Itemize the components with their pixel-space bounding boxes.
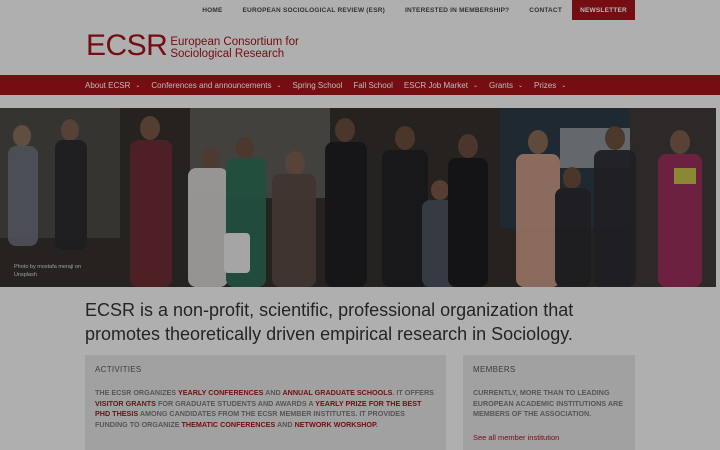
site-header: ECSR European Consortium for Sociologica…: [0, 20, 720, 75]
chevron-down-icon: ⌄: [561, 82, 567, 89]
nav-item-label: About ECSR: [85, 80, 131, 90]
nav-item-label: Fall School: [353, 80, 393, 90]
link-thematic-conferences[interactable]: THEMATIC CONFERENCES: [182, 420, 276, 429]
chevron-down-icon: ⌄: [276, 82, 282, 89]
hero-image: Photo by mostafa meraji on Unsplash: [0, 108, 716, 287]
members-title: MEMBERS: [473, 365, 516, 374]
nav-item-conferences[interactable]: Conferences and announcements ⌄: [151, 81, 281, 90]
top-nav-home[interactable]: HOME: [192, 7, 232, 14]
photo-credit-line2: Unsplash: [14, 272, 37, 278]
top-nav-membership[interactable]: INTERESTED IN MEMBERSHIP?: [395, 7, 519, 14]
link-yearly-conferences[interactable]: YEARLY CONFERENCES: [178, 388, 263, 397]
members-text: CURRENTLY, MORE THAN TO LEADING EUROPEAN…: [473, 388, 624, 419]
nav-item-grants[interactable]: Grants ⌄: [489, 81, 523, 90]
nav-item-job-market[interactable]: ESCR Job Market ⌄: [404, 81, 478, 90]
logo-fullname-line2: Sociological Research: [170, 48, 285, 60]
newsletter-button[interactable]: NEWSLETTER: [572, 0, 635, 20]
see-all-members-link[interactable]: See all member institution: [473, 433, 625, 442]
photo-credit: Photo by mostafa meraji on Unsplash: [14, 263, 114, 279]
activities-text-part: . IT OFFERS: [392, 388, 434, 397]
nav-item-label: Spring School: [292, 80, 343, 90]
activities-text-part: AND: [275, 419, 295, 429]
activities-title: ACTIVITIES: [95, 365, 142, 374]
nav-item-label: Conferences and announcements: [151, 80, 272, 90]
activities-text-part: FOR GRADUATE STUDENTS AND AWARDS A: [155, 398, 316, 408]
top-utility-bar: HOME EUROPEAN SOCIOLOGICAL REVIEW (ESR) …: [0, 0, 720, 20]
activities-text-part: .: [375, 419, 378, 429]
top-nav-esr[interactable]: EUROPEAN SOCIOLOGICAL REVIEW (ESR): [233, 7, 395, 14]
activities-text-part: THE ECSR ORGANIZES: [95, 388, 178, 397]
mission-statement: ECSR is a non-profit, scientific, profes…: [85, 300, 574, 344]
logo-fullname-line1: European Consortium for: [170, 36, 299, 48]
top-nav-contact[interactable]: CONTACT: [519, 7, 572, 14]
chevron-down-icon: ⌄: [135, 82, 141, 89]
nav-item-label: Grants: [488, 80, 513, 90]
chevron-down-icon: ⌄: [517, 82, 524, 89]
link-annual-graduate-schools[interactable]: ANNUAL GRADUATE SCHOOLS: [282, 388, 392, 397]
nav-item-fall-school[interactable]: Fall School: [353, 81, 393, 90]
activities-box: ACTIVITIES THE ECSR ORGANIZES YEARLY CON…: [85, 355, 446, 450]
chevron-down-icon: ⌄: [472, 82, 478, 89]
top-nav: HOME EUROPEAN SOCIOLOGICAL REVIEW (ESR) …: [192, 0, 572, 20]
nav-item-about[interactable]: About ECSR ⌄: [85, 81, 140, 90]
main-nav: About ECSR ⌄ Conferences and announcement…: [0, 75, 720, 95]
link-visitor-grants[interactable]: VISITOR GRANTS: [95, 399, 156, 408]
activities-text-part: AND: [263, 388, 283, 397]
nav-item-spring-school[interactable]: Spring School: [293, 81, 343, 90]
site-logo[interactable]: ECSR European Consortium for Sociologica…: [86, 31, 310, 61]
activities-text: THE ECSR ORGANIZES YEARLY CONFERENCES AN…: [95, 388, 436, 430]
link-network-workshop[interactable]: NETWORK WORKSHOP: [295, 420, 376, 429]
nav-item-label: Prizes: [534, 80, 557, 90]
logo-abbreviation: ECSR: [86, 29, 168, 62]
members-box: MEMBERS CURRENTLY, MORE THAN TO LEADING …: [463, 355, 635, 450]
nav-item-prizes[interactable]: Prizes ⌄: [534, 81, 566, 90]
photo-credit-line1: Photo by mostafa meraji on: [14, 264, 81, 270]
crowd-photo-illustration: [0, 108, 716, 287]
nav-item-label: ESCR Job Market: [403, 80, 468, 90]
logo-fullname: European Consortium for Sociological Res…: [170, 36, 310, 60]
